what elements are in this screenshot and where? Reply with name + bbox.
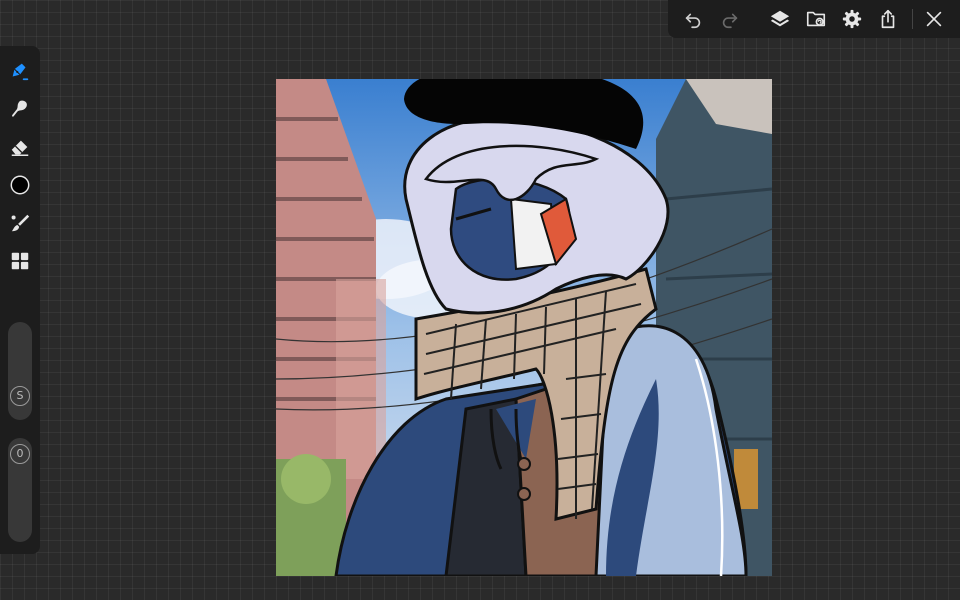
pen-icon [12, 63, 29, 81]
size-slider-label: S [10, 386, 30, 406]
drawing-canvas[interactable] [276, 79, 772, 576]
opacity-slider[interactable]: 0 [8, 438, 32, 542]
brush-library-icon [11, 214, 30, 232]
grid-icon [11, 252, 29, 270]
color-swatch [10, 175, 30, 195]
close-icon [926, 11, 942, 27]
eraser-icon [11, 140, 29, 156]
share-icon [881, 9, 895, 29]
undo-icon [685, 13, 701, 29]
smudge-tool-button[interactable] [7, 96, 33, 122]
redo-icon [722, 13, 738, 29]
grid-tool-button[interactable] [7, 248, 33, 274]
opacity-slider-label: 0 [10, 444, 30, 464]
pen-tool-button[interactable] [7, 58, 33, 84]
smudge-brush-icon [12, 100, 27, 117]
eraser-tool-button[interactable] [7, 134, 33, 160]
redo-button[interactable] [717, 6, 743, 32]
top-toolbar [668, 0, 960, 38]
layers-button[interactable] [767, 6, 793, 32]
share-button[interactable] [875, 6, 901, 32]
settings-button[interactable] [839, 6, 865, 32]
brush-library-button[interactable] [7, 210, 33, 236]
toolbar-divider [912, 9, 913, 29]
color-swatch-button[interactable] [7, 172, 33, 198]
undo-button[interactable] [680, 6, 706, 32]
settings-gear-icon [842, 9, 862, 29]
layers-icon [770, 10, 790, 27]
left-toolbar: S 0 [0, 46, 40, 554]
close-button[interactable] [921, 6, 947, 32]
artwork [276, 79, 772, 576]
gallery-icon [806, 11, 826, 27]
brush-size-slider[interactable]: S [8, 322, 32, 420]
gallery-button[interactable] [803, 6, 829, 32]
